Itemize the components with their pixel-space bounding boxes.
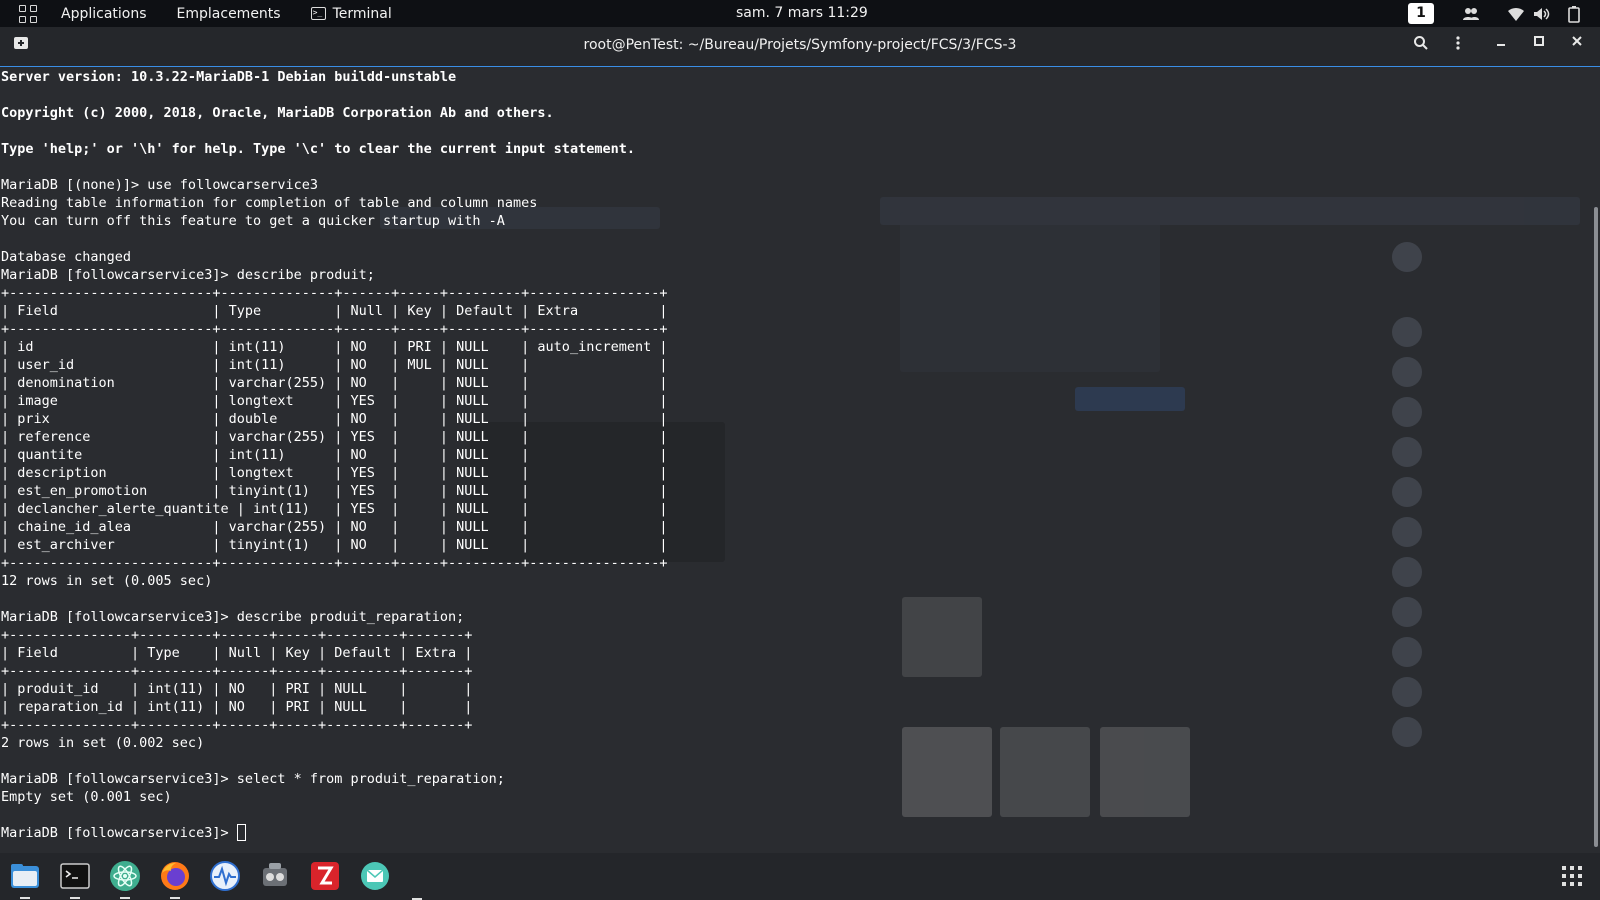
- mail-app-icon[interactable]: [358, 859, 392, 893]
- terminal-line: +---------------+---------+------+-----+…: [1, 627, 473, 643]
- maximize-icon[interactable]: [1528, 35, 1550, 57]
- terminal-line: +-------------------------+-------------…: [1, 285, 668, 301]
- clock[interactable]: sam. 7 mars 11:29: [736, 5, 868, 21]
- terminal-line: 2 rows in set (0.002 sec): [1, 735, 205, 751]
- terminal-line: MariaDB [followcarservice3]> describe pr…: [1, 267, 375, 283]
- terminal-small-icon: >_: [310, 7, 326, 20]
- terminal-line: +---------------+---------+------+-----+…: [1, 663, 473, 679]
- system-monitor-icon[interactable]: [208, 859, 242, 893]
- filezilla-icon[interactable]: [308, 859, 342, 893]
- terminal-line: | denomination | varchar(255) | NO | | N…: [1, 375, 668, 391]
- wifi-icon[interactable]: [1507, 5, 1525, 23]
- terminal-title-bar[interactable]: root@PenTest: ~/Bureau/Projets/Symfony-p…: [0, 27, 1600, 67]
- app-grid-icon[interactable]: [19, 4, 37, 23]
- terminal-line: | reference | varchar(255) | YES | | NUL…: [1, 429, 668, 445]
- terminal-line: | Field | Type | Null | Key | Default | …: [1, 303, 668, 319]
- terminal-line: Server version: 10.3.22-MariaDB-1 Debian…: [1, 69, 457, 85]
- workspace-indicator[interactable]: 1: [1408, 3, 1434, 24]
- menu-terminal-label: Terminal: [332, 5, 392, 22]
- sql-session-output: MariaDB [(none)]> use followcarservice3 …: [1, 177, 667, 805]
- menu-terminal[interactable]: >_ Terminal: [310, 5, 392, 22]
- terminal-line: +-------------------------+-------------…: [1, 321, 668, 337]
- terminal-line: MariaDB [followcarservice3]> describe pr…: [1, 609, 465, 625]
- menu-applications[interactable]: Applications: [61, 6, 147, 22]
- terminal-line: +---------------+---------+------+-----+…: [1, 717, 473, 733]
- terminal-line: | chaine_id_alea | varchar(255) | NO | |…: [1, 519, 668, 535]
- battery-icon[interactable]: [1565, 5, 1583, 23]
- terminal-line: | user_id | int(11) | NO | MUL | NULL | …: [1, 357, 668, 373]
- terminal-viewport[interactable]: Server version: 10.3.22-MariaDB-1 Debian…: [0, 67, 1600, 853]
- terminal-line: Reading table information for completion…: [1, 195, 538, 211]
- terminal-line: Empty set (0.001 sec): [1, 789, 172, 805]
- search-icon[interactable]: [1410, 35, 1432, 57]
- terminal-line: | est_en_promotion | tinyint(1) | YES | …: [1, 483, 668, 499]
- close-icon[interactable]: [1566, 35, 1588, 57]
- terminal-line: | Field | Type | Null | Key | Default | …: [1, 645, 473, 661]
- show-apps-icon[interactable]: [1562, 866, 1582, 886]
- atom-editor-icon[interactable]: [108, 859, 142, 899]
- menu-emplacements[interactable]: Emplacements: [177, 6, 281, 22]
- files-app-icon[interactable]: [8, 859, 42, 899]
- installer-icon[interactable]: [258, 859, 292, 893]
- terminal-line: MariaDB [(none)]> use followcarservice3: [1, 177, 318, 193]
- taskbar-dock: [0, 853, 1600, 900]
- terminal-line: Copyright (c) 2000, 2018, Oracle, MariaD…: [1, 105, 554, 121]
- text-cursor[interactable]: [236, 824, 246, 841]
- terminal-output[interactable]: Server version: 10.3.22-MariaDB-1 Debian…: [1, 68, 667, 842]
- current-prompt: MariaDB [followcarservice3]>: [1, 825, 237, 841]
- terminal-line: | declancher_alerte_quantite | int(11) |…: [1, 501, 668, 517]
- terminal-line: +-------------------------+-------------…: [1, 555, 668, 571]
- terminal-line: | quantite | int(11) | NO | | NULL | |: [1, 447, 668, 463]
- terminal-line: | reparation_id | int(11) | NO | PRI | N…: [1, 699, 473, 715]
- terminal-scrollbar[interactable]: [1594, 207, 1598, 847]
- volume-icon[interactable]: [1532, 5, 1550, 23]
- minimize-icon[interactable]: [1490, 35, 1512, 57]
- terminal-line: MariaDB [followcarservice3]> select * fr…: [1, 771, 505, 787]
- top-panel: Applications Emplacements >_ Terminal sa…: [0, 0, 1600, 27]
- firefox-icon[interactable]: [158, 859, 192, 899]
- server-banner: Server version: 10.3.22-MariaDB-1 Debian…: [1, 69, 635, 157]
- terminal-line: You can turn off this feature to get a q…: [1, 213, 505, 229]
- people-icon[interactable]: [1462, 5, 1480, 23]
- window-title: root@PenTest: ~/Bureau/Projets/Symfony-p…: [583, 37, 1017, 53]
- terminal-line: | description | longtext | YES | | NULL …: [1, 465, 668, 481]
- terminal-line: Database changed: [1, 249, 132, 265]
- terminal-line: Type 'help;' or '\h' for help. Type '\c'…: [1, 141, 635, 157]
- terminal-line: 12 rows in set (0.005 sec): [1, 573, 213, 589]
- terminal-line: | produit_id | int(11) | NO | PRI | NULL…: [1, 681, 473, 697]
- menu-kebab-icon[interactable]: [1447, 35, 1469, 57]
- terminal-line: | id | int(11) | NO | PRI | NULL | auto_…: [1, 339, 668, 355]
- terminal-line: | prix | double | NO | | NULL | |: [1, 411, 668, 427]
- terminal-line: | est_archiver | tinyint(1) | NO | | NUL…: [1, 537, 668, 553]
- terminal-app-icon[interactable]: [58, 859, 92, 899]
- terminal-line: | image | longtext | YES | | NULL | |: [1, 393, 668, 409]
